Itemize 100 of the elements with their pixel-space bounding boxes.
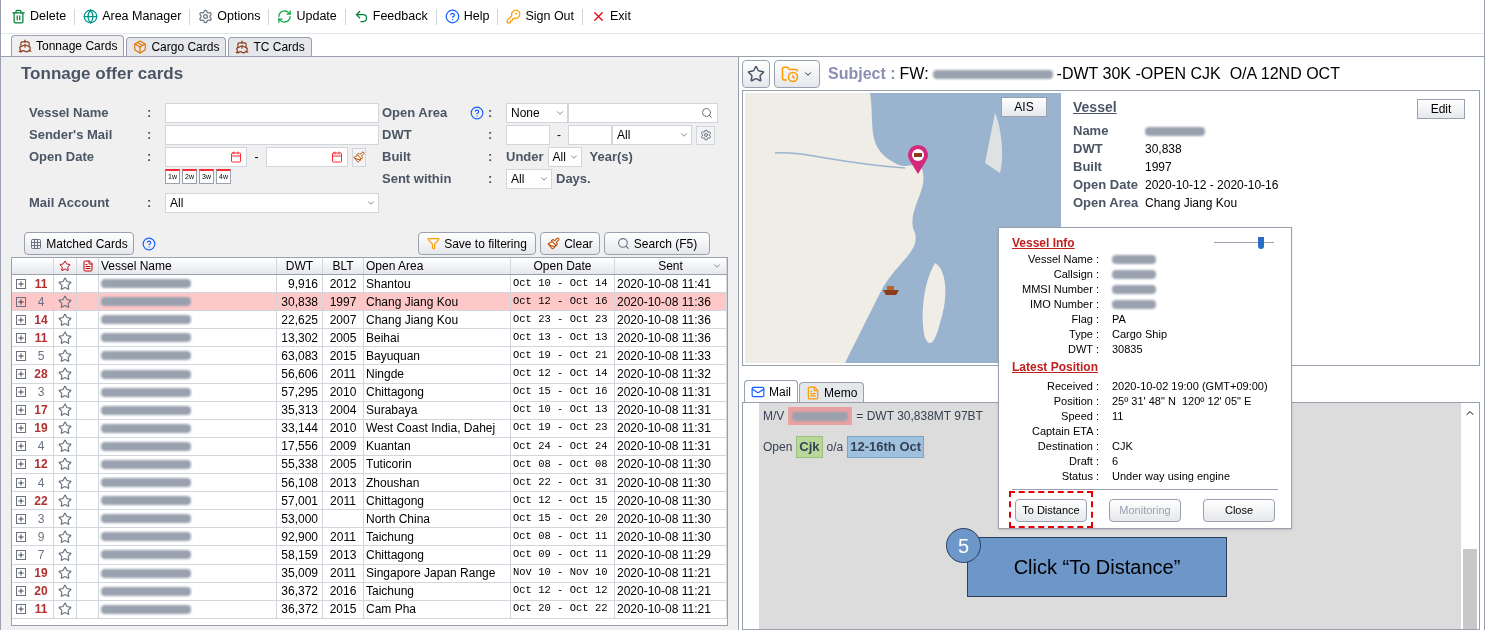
expand-toggle[interactable] xyxy=(16,495,26,506)
column-header[interactable]: Open Area xyxy=(364,258,511,274)
mail-text: M/V xyxy=(763,408,785,425)
help-icon[interactable] xyxy=(470,106,484,120)
expand-toggle[interactable] xyxy=(16,531,26,542)
table-row[interactable]: 22 57,001 2011 Chittagong Oct 12 - Oct 15 2020-10-08 11:30 xyxy=(12,492,727,511)
star-icon[interactable] xyxy=(58,330,72,345)
opacity-slider[interactable] xyxy=(1214,237,1274,249)
column-header[interactable]: BLT xyxy=(323,258,364,274)
dialog-button[interactable]: Close xyxy=(1203,498,1275,522)
toolbar-button[interactable]: Feedback xyxy=(349,7,432,26)
table-cell: 1997 xyxy=(329,293,357,311)
matched-cards-button[interactable]: Matched Cards xyxy=(24,232,134,255)
ais-button[interactable]: AIS xyxy=(1001,97,1047,117)
column-header[interactable]: Open Date xyxy=(511,258,615,274)
table-row[interactable]: 28 56,606 2011 Ningde Oct 12 - Oct 14 2020-10-08 11:32 xyxy=(12,365,727,384)
table-cell-text: 2010 xyxy=(329,420,357,437)
text-field[interactable] xyxy=(568,125,612,145)
star-icon[interactable] xyxy=(58,475,72,490)
expand-toggle[interactable] xyxy=(16,405,26,416)
toolbar-button[interactable]: Area Manager xyxy=(79,7,186,26)
star-icon[interactable] xyxy=(58,276,72,291)
table-row[interactable]: 9 92,900 2011 Taichung Oct 08 - Oct 11 2020-10-08 11:30 xyxy=(12,528,727,547)
expand-toggle[interactable] xyxy=(16,441,26,452)
tab[interactable]: Tonnage Cards xyxy=(11,35,125,56)
dropdown[interactable]: All xyxy=(165,193,379,213)
table-row[interactable]: 14 22,625 2007 Chang Jiang Kou Oct 23 - Oct 23 2020-10-08 11:36 xyxy=(12,311,727,330)
star-icon[interactable] xyxy=(58,294,72,309)
toolbar-button[interactable]: Help xyxy=(440,7,494,26)
toolbar-button[interactable]: Update xyxy=(273,7,341,26)
star-icon[interactable] xyxy=(58,367,72,381)
table-row[interactable]: 11 9,916 2012 Shantou Oct 10 - Oct 14 2020-10-08 11:41 xyxy=(12,275,727,294)
expand-toggle[interactable] xyxy=(16,568,26,579)
search-button[interactable]: Search (F5) xyxy=(604,232,710,255)
star-icon[interactable] xyxy=(58,602,72,617)
expand-toggle[interactable] xyxy=(16,477,26,488)
star-icon[interactable] xyxy=(58,439,72,454)
expand-toggle[interactable] xyxy=(16,387,26,398)
text-field[interactable] xyxy=(165,103,379,123)
dropdown[interactable]: All xyxy=(506,169,552,189)
star-icon[interactable] xyxy=(58,584,72,599)
clear-button[interactable]: Clear xyxy=(540,232,600,255)
expand-toggle[interactable] xyxy=(16,423,26,434)
expand-toggle[interactable] xyxy=(16,586,26,597)
star-icon[interactable] xyxy=(58,312,72,327)
star-icon[interactable] xyxy=(58,421,72,436)
table-cell: Oct 08 - Oct 08 xyxy=(511,455,615,474)
star-icon[interactable] xyxy=(58,529,72,544)
help-icon[interactable] xyxy=(142,236,156,251)
dropdown[interactable]: None xyxy=(506,103,568,123)
date-field[interactable] xyxy=(266,147,348,167)
dropdown[interactable]: All xyxy=(547,147,582,167)
text-field[interactable] xyxy=(165,125,379,145)
star-icon[interactable] xyxy=(58,511,72,526)
text-field[interactable] xyxy=(506,125,550,145)
settings-button[interactable] xyxy=(696,125,715,145)
toolbar-button[interactable]: Delete xyxy=(7,7,71,26)
dropdown[interactable]: All xyxy=(612,125,692,145)
expand-toggle[interactable] xyxy=(16,369,26,379)
clear-date-button[interactable] xyxy=(352,147,366,167)
expand-toggle[interactable] xyxy=(16,332,26,343)
date-field[interactable] xyxy=(165,147,247,167)
expand-toggle[interactable] xyxy=(16,513,26,524)
edit-button[interactable]: Edit xyxy=(1417,99,1465,119)
search-field[interactable] xyxy=(568,103,718,123)
table-row[interactable]: 4 30,838 1997 Chang Jiang Kou Oct 12 - Oct 16 2020-10-08 11:36 xyxy=(12,293,727,312)
tab[interactable]: Cargo Cards xyxy=(126,37,227,56)
expand-toggle[interactable] xyxy=(16,278,26,289)
table-row[interactable]: 5 63,083 2015 Bayuquan Oct 19 - Oct 21 2020-10-08 11:33 xyxy=(12,347,727,366)
toolbar-button[interactable]: Exit xyxy=(587,7,635,26)
column-header[interactable]: Sent xyxy=(615,258,727,274)
star-icon[interactable] xyxy=(58,348,72,363)
star-icon[interactable] xyxy=(58,493,72,508)
tab[interactable]: TC Cards xyxy=(228,37,312,56)
star-icon[interactable] xyxy=(58,385,72,400)
favorite-button[interactable] xyxy=(742,60,770,88)
expand-toggle[interactable] xyxy=(16,314,26,325)
save-filter-button[interactable]: Save to filtering xyxy=(418,232,536,255)
star-icon[interactable] xyxy=(58,403,72,418)
star-icon[interactable] xyxy=(58,566,72,581)
column-header[interactable]: Vessel Name xyxy=(99,258,277,274)
table-row[interactable]: 7 58,159 2013 Chittagong Oct 09 - Oct 11 2020-10-08 11:29 xyxy=(12,546,727,565)
expand-toggle[interactable] xyxy=(16,604,26,615)
table-row[interactable]: 11 13,302 2005 Beihai Oct 13 - Oct 13 2020-10-08 11:36 xyxy=(12,329,727,348)
tab[interactable]: Mail xyxy=(744,380,798,402)
toolbar-button[interactable]: Sign Out xyxy=(502,7,579,26)
expand-toggle[interactable] xyxy=(16,350,26,361)
expand-toggle[interactable] xyxy=(16,549,26,560)
table-row[interactable]: 3 53,000 North China Oct 15 - Oct 20 2020-10-08 11:30 xyxy=(12,510,727,529)
table-cell: 56,108 xyxy=(277,474,323,492)
expand-toggle[interactable] xyxy=(16,459,26,470)
column-header[interactable]: DWT xyxy=(277,258,323,274)
table-cell: Oct 23 - Oct 23 xyxy=(511,311,615,329)
table-row[interactable]: 4 56,108 2013 Zhoushan Oct 22 - Oct 31 2020-10-08 11:30 xyxy=(12,474,727,493)
star-icon[interactable] xyxy=(58,547,72,562)
dialog-button[interactable]: To Distance xyxy=(1015,498,1087,522)
toolbar-button[interactable]: Options xyxy=(194,7,265,26)
tab[interactable]: Memo xyxy=(799,382,865,402)
star-icon[interactable] xyxy=(58,457,72,472)
expand-toggle[interactable] xyxy=(16,296,26,307)
